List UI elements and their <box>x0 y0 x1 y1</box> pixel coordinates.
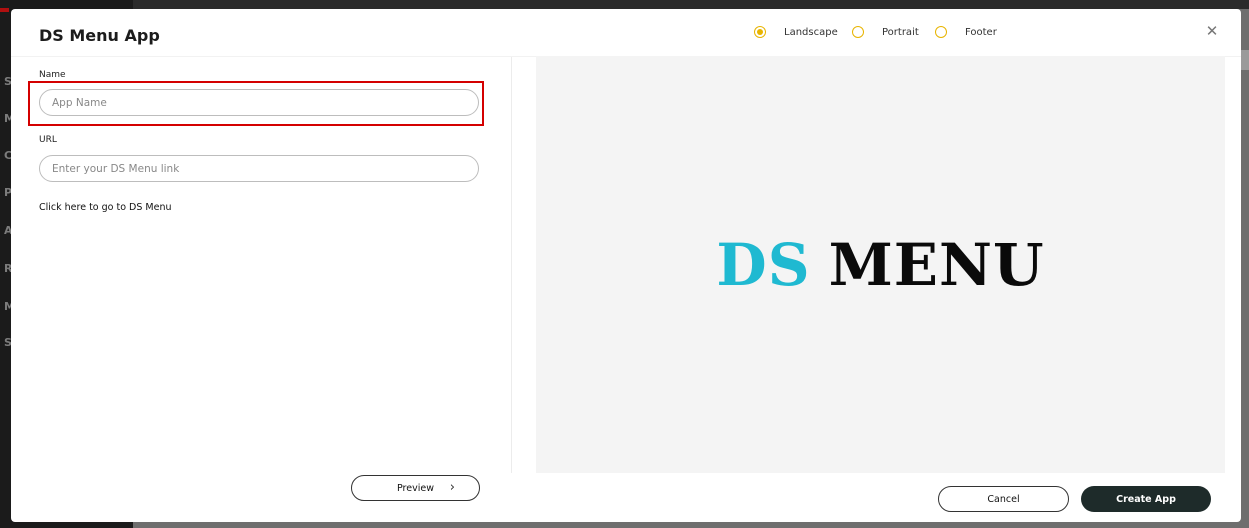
ds-menu-url-input[interactable] <box>39 155 479 182</box>
panel-divider <box>511 57 512 473</box>
logo-text-ds: DS <box>716 230 811 299</box>
logo-text-menu: MENU <box>828 230 1045 299</box>
chevron-right-icon: › <box>449 480 455 495</box>
radio-footer[interactable]: Footer <box>935 24 997 40</box>
create-app-button-label: Create App <box>1116 493 1176 505</box>
go-to-ds-menu-link[interactable]: Click here to go to DS Menu <box>39 202 172 213</box>
radio-label-landscape: Landscape <box>784 26 838 38</box>
close-icon[interactable]: ✕ <box>1204 23 1220 39</box>
radio-landscape[interactable]: Landscape <box>754 24 838 40</box>
url-label: URL <box>39 135 57 145</box>
app-preview-panel: DS MENU <box>536 56 1225 473</box>
ds-menu-app-modal: DS Menu App Landscape Portrait Footer ✕ … <box>11 9 1241 522</box>
radio-label-footer: Footer <box>965 26 997 38</box>
preview-button-label: Preview <box>397 482 434 494</box>
app-name-input[interactable] <box>39 89 479 116</box>
cancel-button[interactable]: Cancel <box>938 486 1069 512</box>
name-label: Name <box>39 70 66 80</box>
radio-circle-icon[interactable] <box>935 26 947 38</box>
create-app-button[interactable]: Create App <box>1081 486 1211 512</box>
radio-label-portrait: Portrait <box>882 26 919 38</box>
preview-button[interactable]: Preview › <box>351 475 480 501</box>
background-scroll-edge <box>1241 50 1249 70</box>
background-top-bar <box>133 0 1249 9</box>
ds-menu-logo: DS MENU <box>536 56 1225 473</box>
cancel-button-label: Cancel <box>987 493 1020 505</box>
radio-circle-icon[interactable] <box>852 26 864 38</box>
modal-title: DS Menu App <box>39 26 160 45</box>
radio-circle-checked-icon[interactable] <box>754 26 766 38</box>
background-brand-mark <box>0 8 9 12</box>
radio-portrait[interactable]: Portrait <box>852 24 919 40</box>
